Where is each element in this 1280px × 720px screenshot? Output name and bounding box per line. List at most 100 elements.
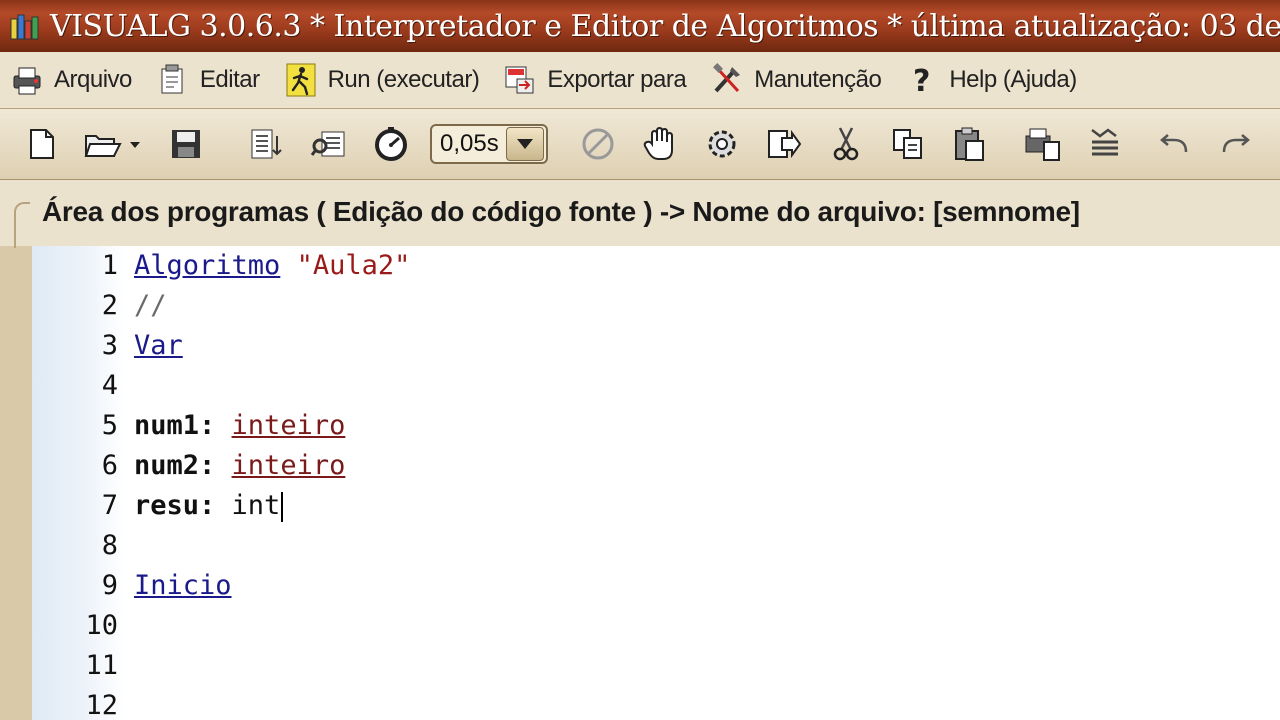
- line-number: 6: [101, 450, 118, 481]
- title-bar: VISUALG 3.0.6.3 * Interpretador e Editor…: [0, 0, 1280, 52]
- scissors-icon: [833, 127, 859, 161]
- menu-label: Editar: [199, 66, 260, 93]
- stop-button[interactable]: [578, 124, 618, 164]
- line-number: 7: [101, 490, 118, 521]
- copy-button[interactable]: [888, 124, 928, 164]
- open-file-button[interactable]: [84, 124, 144, 164]
- code-text: num1: inteiro: [134, 406, 345, 446]
- app-icon[interactable]: [8, 9, 42, 43]
- code-text: Algoritmo "Aula2": [134, 246, 410, 286]
- code-line[interactable]: 10: [32, 606, 1280, 646]
- line-number: 10: [85, 610, 118, 641]
- printer-icon: [10, 63, 44, 97]
- menu-label: Run (executar): [327, 66, 480, 93]
- code-text: //: [134, 286, 167, 326]
- code-line[interactable]: 1 Algoritmo "Aula2": [32, 246, 1280, 286]
- code-token: "Aula2": [296, 250, 411, 281]
- code-text: resu: int: [134, 486, 284, 526]
- list-format-icon: [1091, 128, 1118, 156]
- indent-button[interactable]: [247, 124, 287, 164]
- paste-button[interactable]: [950, 124, 990, 164]
- code-line[interactable]: 5 num1: inteiro: [32, 406, 1280, 446]
- trace-button[interactable]: [764, 124, 804, 164]
- code-line[interactable]: 12: [32, 686, 1280, 720]
- export-icon: [503, 63, 537, 97]
- variables-button[interactable]: [309, 124, 349, 164]
- run-icon: [284, 63, 318, 97]
- code-token: //: [134, 290, 167, 321]
- code-token: num1:: [134, 410, 216, 441]
- menu-item-exportar[interactable]: Exportar para: [503, 63, 687, 97]
- menu-item-editar[interactable]: Editar: [156, 63, 260, 97]
- code-line[interactable]: 2 //: [32, 286, 1280, 326]
- code-line[interactable]: 7 resu: int: [32, 486, 1280, 526]
- code-token: inteiro: [231, 450, 346, 481]
- save-icon: [172, 130, 200, 158]
- stopwatch-icon: [375, 127, 407, 161]
- speed-select[interactable]: 0,05s: [430, 124, 548, 164]
- magnifier-list-icon: [310, 131, 345, 157]
- new-file-icon: [30, 129, 54, 159]
- code-token: resu:: [134, 490, 216, 521]
- new-file-button[interactable]: [22, 124, 62, 164]
- code-line[interactable]: 3 Var: [32, 326, 1280, 366]
- code-editor[interactable]: 1 Algoritmo "Aula2" 2 // 3 Var 4 5 num1: inteiro…: [32, 246, 1280, 720]
- menu-item-help[interactable]: ? Help (Ajuda): [905, 63, 1077, 97]
- line-number: 1: [101, 250, 118, 281]
- cut-button[interactable]: [826, 124, 866, 164]
- menu-item-arquivo[interactable]: Arquivo: [10, 63, 132, 97]
- code-line[interactable]: 4: [32, 366, 1280, 406]
- gear-shield-icon: [708, 130, 736, 158]
- code-token: num2:: [134, 450, 216, 481]
- save-button[interactable]: [166, 124, 206, 164]
- menu-item-run[interactable]: Run (executar): [284, 63, 480, 97]
- window-title: VISUALG 3.0.6.3 * Interpretador e Editor…: [50, 8, 1280, 44]
- undo-icon: [1160, 134, 1188, 153]
- line-number: 9: [101, 570, 118, 601]
- step-button[interactable]: [640, 124, 680, 164]
- code-token: int: [231, 490, 281, 521]
- open-folder-icon: [84, 135, 140, 157]
- code-line[interactable]: 11: [32, 646, 1280, 686]
- print-preview-button[interactable]: [1023, 124, 1063, 164]
- format-button[interactable]: [1085, 124, 1125, 164]
- panel-frame: [14, 202, 30, 248]
- line-number: 4: [101, 370, 118, 401]
- menu-label: Help (Ajuda): [949, 66, 1077, 93]
- code-token: inteiro: [231, 410, 346, 441]
- chevron-down-icon[interactable]: [506, 127, 544, 161]
- code-line[interactable]: 6 num2: inteiro: [32, 446, 1280, 486]
- document-arrow-icon: [768, 129, 802, 159]
- line-number: 11: [85, 650, 118, 681]
- menu-label: Exportar para: [547, 66, 687, 93]
- tools-icon: [710, 63, 744, 97]
- panel-title: Área dos programas ( Edição do código fo…: [42, 196, 1080, 227]
- code-line[interactable]: 8: [32, 526, 1280, 566]
- stop-icon: [582, 128, 614, 160]
- panel-header: Área dos programas ( Edição do código fo…: [0, 180, 1280, 248]
- text-cursor: [281, 491, 284, 522]
- undo-button[interactable]: [1154, 124, 1194, 164]
- code-token: Algoritmo: [134, 250, 281, 281]
- line-number: 8: [101, 530, 118, 561]
- redo-button[interactable]: [1216, 124, 1256, 164]
- code-text: Inicio: [134, 566, 232, 606]
- breakpoint-button[interactable]: [702, 124, 742, 164]
- svg-text:?: ?: [913, 64, 930, 97]
- code-text: num2: inteiro: [134, 446, 345, 486]
- toolbar: 0,05s: [0, 109, 1280, 180]
- code-token: Inicio: [134, 570, 232, 601]
- paste-icon: [955, 127, 984, 161]
- menu-item-manutencao[interactable]: Manutenção: [710, 63, 882, 97]
- timer-button[interactable]: [371, 124, 411, 164]
- menu-label: Arquivo: [54, 66, 132, 93]
- code-token: Var: [134, 330, 183, 361]
- code-line[interactable]: 9 Inicio: [32, 566, 1280, 606]
- menu-label: Manutenção: [754, 66, 882, 93]
- copy-icon: [893, 129, 922, 159]
- menu-bar: Arquivo Editar Run (executar) Exportar p…: [0, 52, 1280, 109]
- help-icon: ?: [905, 63, 939, 97]
